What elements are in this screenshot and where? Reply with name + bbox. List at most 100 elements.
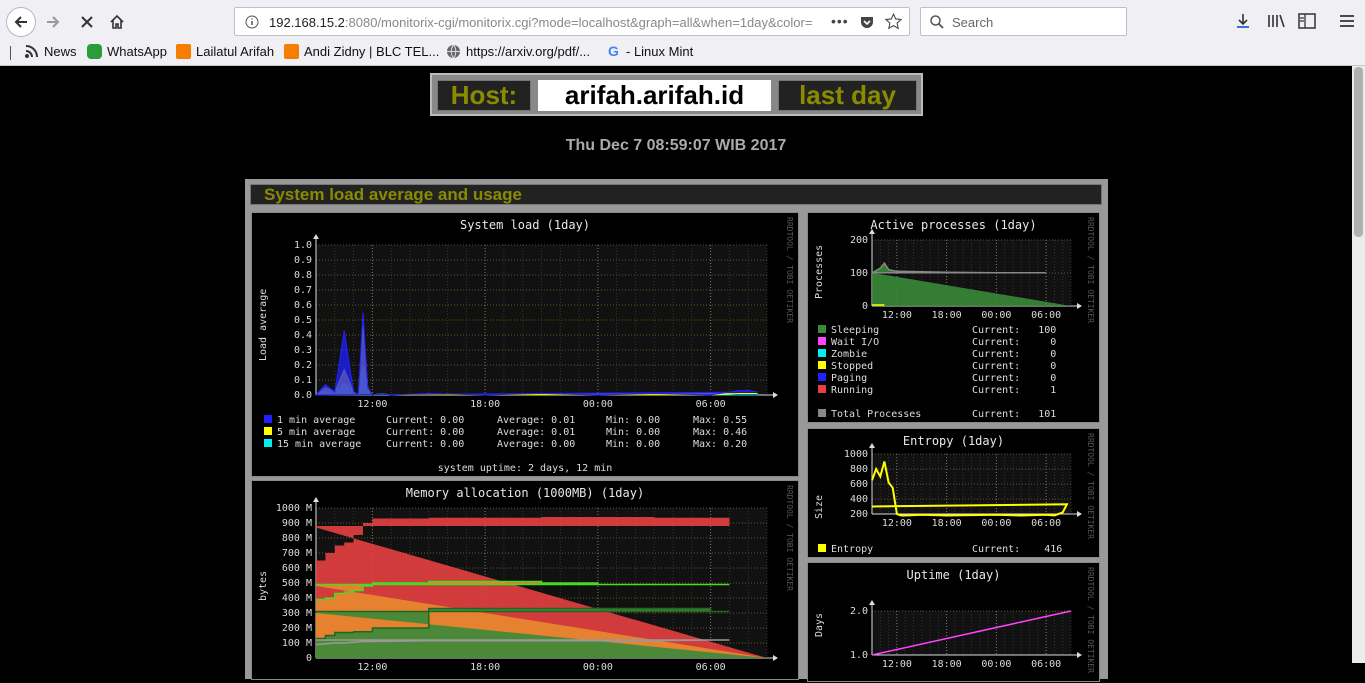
legend-row: Zombie [818, 349, 867, 360]
legend-swatch [264, 427, 272, 435]
legend-name: Zombie [831, 349, 868, 360]
legend-row: 5 min average [264, 427, 355, 438]
memory-graph[interactable]: Memory allocation (1000MB) (1day) bytes … [251, 480, 799, 680]
y-tick-label: 200 M [282, 623, 312, 634]
arrow-left-icon [14, 16, 27, 28]
processes-graph[interactable]: Active processes (1day) Processes RRDTOO… [807, 212, 1100, 423]
y-axis-arrow [313, 234, 319, 239]
x-tick-label: 12:00 [357, 399, 387, 410]
legend-stat: Average: 0.01 [497, 415, 576, 426]
legend-row: Stopped [818, 361, 873, 372]
x-tick-label: 18:00 [932, 310, 962, 321]
stop-button[interactable] [76, 11, 98, 33]
y-tick-label: 0 [862, 301, 868, 312]
bookmark-whatsapp[interactable]: WhatsApp [87, 44, 167, 59]
bookmark-andi-zidny[interactable]: Andi Zidny | BLC TEL... [284, 44, 439, 59]
bookmark-label: https://arxiv.org/pdf/... [466, 44, 591, 59]
legend-swatch [264, 439, 272, 447]
legend-row: Running [818, 385, 873, 396]
scrollbar[interactable] [1352, 66, 1365, 663]
download-icon[interactable] [1235, 13, 1251, 29]
y-tick-label: 800 [850, 464, 868, 475]
legend-swatch [264, 415, 272, 423]
menu-icon[interactable] [1339, 13, 1355, 29]
x-tick-label: 06:00 [1031, 659, 1061, 670]
legend-name: Running [831, 385, 874, 396]
y-tick-label: 1000 M [276, 503, 312, 514]
bookmark-lailatul-arifah[interactable]: Lailatul Arifah [176, 44, 274, 59]
page-content: Host: arifah.arifah.id last day Thu Dec … [0, 66, 1352, 682]
y-tick-label: 200 [850, 509, 868, 520]
legend-swatch [818, 373, 826, 381]
entropy-plot: 1000 800 600 400 200 12:00 18:00 00:00 06:00 [844, 443, 1082, 529]
y-tick-label: 0 [306, 653, 312, 664]
info-icon[interactable] [245, 15, 259, 29]
system-load-graph[interactable]: System load (1day) Load average RRDTOOL … [251, 212, 799, 477]
blogger-icon [176, 44, 191, 59]
sidebar-icon[interactable] [1298, 13, 1316, 29]
legend-name: Sleeping [831, 325, 880, 336]
legend-name: Wait I/O [831, 337, 880, 348]
close-icon [81, 16, 93, 28]
more-icon: ••• [831, 13, 849, 29]
legend-stat: Max: 0.20 [693, 439, 748, 450]
y-tick-label: 0.4 [294, 330, 312, 341]
entropy-graph[interactable]: Entropy (1day) Size RRDTOOL / TOBI OETIK… [807, 428, 1100, 558]
uptime-plot: 2.0 1.0 12:00 18:00 00:00 06:00 [850, 600, 1082, 670]
x-tick-label: 18:00 [470, 662, 500, 673]
legend-row: 1 min average [264, 415, 355, 426]
x-tick-label: 00:00 [981, 310, 1011, 321]
url-path: :8080/monitorix-cgi/monitorix.cgi?mode=l… [344, 15, 813, 30]
home-button[interactable] [106, 11, 128, 33]
host-name: arifah.arifah.id [538, 80, 771, 111]
y-axis-arrow [869, 443, 875, 448]
globe-icon [447, 44, 460, 59]
legend-stat: Average: 0.00 [497, 439, 576, 450]
library-icon[interactable] [1267, 13, 1285, 29]
legend-current: Current: 0 [972, 361, 1057, 372]
bookmark-arxiv[interactable]: https://arxiv.org/pdf/... [446, 44, 590, 59]
legend-name: Paging [831, 373, 868, 384]
legend-stat: Average: 0.01 [497, 427, 576, 438]
forward-button[interactable] [42, 11, 64, 33]
google-icon: G [608, 43, 619, 59]
legend-name: 5 min average [277, 427, 356, 438]
x-tick-label: 06:00 [696, 399, 726, 410]
y-tick-label: 100 M [282, 638, 312, 649]
legend-swatch [818, 349, 826, 357]
x-tick-label: 00:00 [583, 399, 613, 410]
host-label: Host: [437, 80, 531, 111]
y-tick-label: 400 M [282, 593, 312, 604]
y-tick-label: 0.6 [294, 300, 312, 311]
period-label: last day [778, 80, 917, 111]
system-panel: System load average and usage System loa… [245, 179, 1108, 682]
page-actions-button[interactable]: ••• [831, 13, 849, 29]
y-tick-label: 0.0 [294, 390, 312, 401]
x-tick-label: 18:00 [932, 659, 962, 670]
bookmarks-divider [10, 46, 11, 60]
star-icon[interactable] [885, 13, 902, 30]
scrollbar-thumb[interactable] [1354, 67, 1363, 237]
url-bar[interactable]: 192.168.15.2:8080/monitorix-cgi/monitori… [234, 7, 910, 36]
x-axis-arrow [773, 655, 778, 661]
y-tick-label: 300 M [282, 608, 312, 619]
y-tick-label: 0.8 [294, 270, 312, 281]
bookmark-label: News [44, 44, 77, 59]
bookmark-news[interactable]: News [24, 44, 77, 59]
bookmark-label: WhatsApp [107, 44, 167, 59]
page-datetime: Thu Dec 7 08:59:07 WIB 2017 [565, 137, 787, 154]
y-tick-label: 600 [850, 479, 868, 490]
search-field[interactable]: Search [920, 7, 1127, 36]
legend-row: Wait I/O [818, 337, 879, 348]
bookmark-linux-mint[interactable]: G - Linux Mint [606, 43, 693, 60]
back-button[interactable] [6, 7, 36, 37]
legend-name: Entropy [831, 544, 874, 555]
pocket-icon[interactable] [859, 14, 875, 30]
uptime-graph[interactable]: Uptime (1day) Days RRDTOOL / TOBI OETIKE… [807, 562, 1100, 682]
y-axis-arrow [869, 600, 875, 605]
host-header: Host: arifah.arifah.id last day [430, 73, 923, 116]
url-text[interactable]: 192.168.15.2:8080/monitorix-cgi/monitori… [269, 15, 825, 30]
arrow-right-icon [47, 16, 60, 28]
whatsapp-icon [87, 44, 102, 59]
section-title: System load average and usage [250, 184, 1102, 205]
